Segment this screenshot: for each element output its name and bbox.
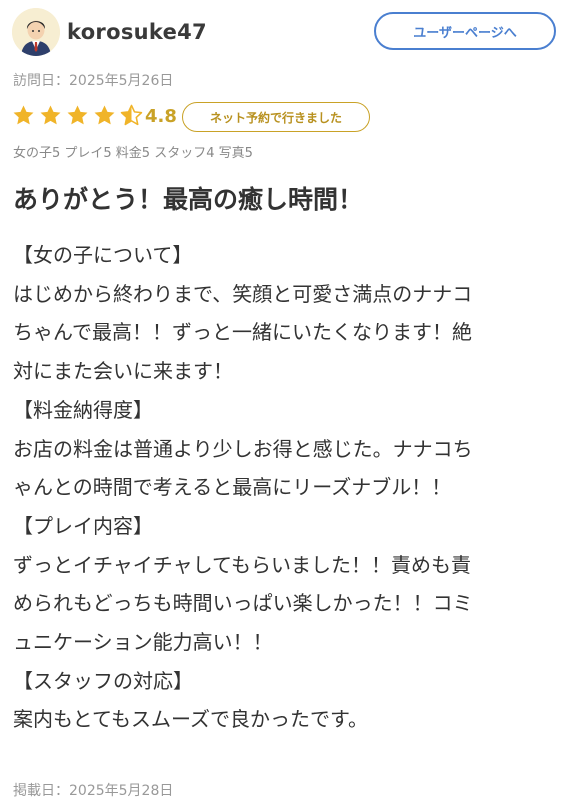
rating-value: 4.8	[145, 106, 177, 127]
review-text-line: ゃんとの時間で考えると最高にリーズナブル！！	[13, 475, 452, 500]
star-full-icon	[94, 105, 115, 125]
user-page-button[interactable]: ユーザーページへ	[374, 12, 556, 50]
section-heading-play: 【プレイ内容】	[13, 513, 153, 538]
user-avatar-icon[interactable]	[12, 8, 60, 56]
star-full-icon	[67, 105, 88, 125]
review-text-line: ちゃんで最高！！ずっと一緒にいたくなります！絶	[13, 320, 472, 345]
review-text-line: 案内もとてもスムーズで良かったです。	[13, 707, 368, 732]
review-text-line: ュニケーション能力高い！！	[13, 630, 273, 655]
review-text-line: められもどっちも時間いっぱい楽しかった！！コミ	[13, 591, 473, 616]
review-card: korosuke47 ユーザーページへ 訪問日：2025年5月26日 4.8 ネ…	[0, 0, 576, 802]
rating-row: 4.8 ネット予約で行きました	[12, 100, 564, 134]
section-heading-staff: 【スタッフの対応】	[13, 668, 193, 693]
posted-date: 掲載日：2025年5月28日	[13, 783, 174, 799]
review-text-line: お店の料金は普通より少しお得と感じた。ナナコち	[13, 436, 473, 461]
review-text-line: はじめから終わりまで、笑顔と可愛さ満点のナナコ	[13, 281, 473, 306]
review-body: 【女の子について】 はじめから終わりまで、笑顔と可愛さ満点のナナコ ちゃんで最高…	[13, 236, 563, 739]
review-text-line: 対にまた会いに来ます！	[13, 359, 233, 384]
section-heading-girl: 【女の子について】	[13, 243, 193, 267]
sub-ratings: 女の子5 プレイ5 料金5 スタッフ4 写真5	[13, 146, 253, 161]
reviewer-header: korosuke47 ユーザーページへ	[12, 8, 564, 58]
section-heading-price: 【料金納得度】	[13, 397, 153, 422]
star-half-icon	[120, 104, 143, 126]
username[interactable]: korosuke47	[67, 20, 207, 44]
star-full-icon	[40, 105, 61, 125]
booking-badge: ネット予約で行きました	[182, 102, 370, 132]
review-text-line: ずっとイチャイチャしてもらいました！！責めも責	[13, 552, 471, 577]
star-full-icon	[13, 105, 34, 125]
review-title: ありがとう！最高の癒し時間！	[13, 185, 364, 214]
visit-date: 訪問日：2025年5月26日	[13, 73, 174, 89]
star-rating	[12, 104, 147, 127]
